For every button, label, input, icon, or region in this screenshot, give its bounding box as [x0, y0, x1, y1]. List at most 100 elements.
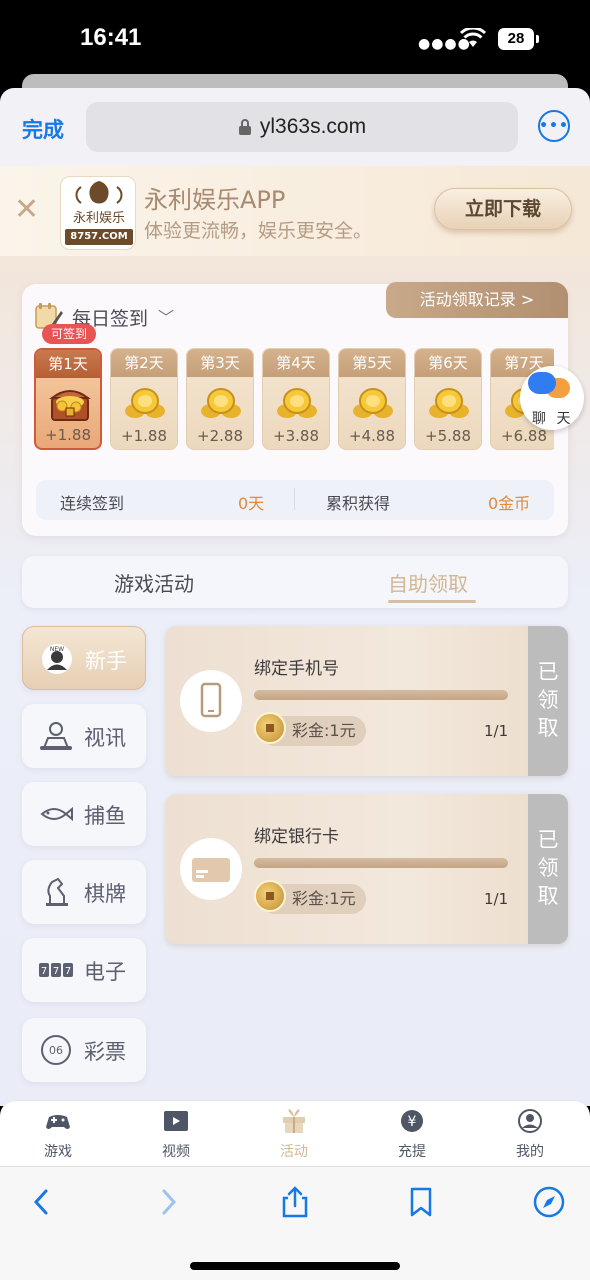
sidebar-item-newbie[interactable]: NEW 新手 — [22, 626, 146, 690]
task-progress-bar — [254, 690, 508, 700]
nav-label: 视频 — [162, 1144, 190, 1160]
gift-icon — [283, 1109, 305, 1133]
sidebar-item-chess[interactable]: 棋牌 — [22, 860, 146, 924]
day-value: +2.88 — [197, 427, 243, 445]
done-button[interactable]: 完成 — [22, 114, 64, 144]
svg-text:¥: ¥ — [408, 1114, 417, 1130]
signin-day-4[interactable]: 第4天 +3.88 — [262, 348, 330, 450]
nav-activities[interactable]: 活动 — [254, 1109, 334, 1161]
nav-deposit-withdraw[interactable]: ¥ 充提 — [372, 1109, 452, 1161]
download-button[interactable]: 立即下载 — [434, 188, 572, 230]
day-label: 第5天 — [339, 349, 405, 377]
chess-knight-icon — [46, 877, 68, 906]
day-value: +1.88 — [121, 427, 167, 445]
signin-day-1[interactable]: 第1天 +1.88 — [34, 348, 102, 450]
close-icon[interactable]: ✕ — [14, 192, 39, 227]
gold-coins-icon — [125, 388, 165, 418]
sidebar-label: 视讯 — [84, 726, 126, 750]
sidebar-label: 彩票 — [84, 1040, 126, 1064]
bookmarks-icon[interactable] — [404, 1185, 438, 1219]
nav-video[interactable]: 视频 — [136, 1109, 216, 1161]
tab-self-claim[interactable]: 自助领取 — [388, 568, 468, 597]
task-progress-text: 1/1 — [484, 890, 509, 908]
nav-profile[interactable]: 我的 — [490, 1109, 570, 1161]
activity-tabs: 游戏活动 自助领取 — [22, 556, 568, 608]
signin-day-5[interactable]: 第5天 +4.88 — [338, 348, 406, 450]
back-icon[interactable] — [26, 1185, 60, 1219]
svg-text:06: 06 — [49, 1044, 63, 1057]
url-bar[interactable]: yl363s.com — [86, 102, 518, 152]
day-value: +5.88 — [425, 427, 471, 445]
chat-bubble-icon — [528, 372, 556, 394]
consecutive-value: 0天 — [238, 494, 265, 513]
gamepad-icon — [46, 1115, 70, 1129]
claimed-button[interactable]: 已领取 — [528, 794, 568, 944]
day-value: +3.88 — [273, 427, 319, 445]
phone-icon — [200, 682, 222, 718]
svg-text:7: 7 — [65, 966, 71, 977]
sidebar-label: 棋牌 — [84, 882, 126, 906]
tab-game-activities[interactable]: 游戏活动 — [114, 568, 194, 597]
gold-coins-icon — [429, 388, 469, 418]
task-name: 绑定银行卡 — [254, 827, 339, 847]
consecutive-label: 连续签到 — [60, 494, 125, 513]
signin-day-6[interactable]: 第6天 +5.88 — [414, 348, 482, 450]
nav-label: 充提 — [398, 1144, 426, 1160]
lion-crest-icon — [75, 181, 123, 204]
day-label: 第3天 — [187, 349, 253, 377]
task-icon-circle — [180, 838, 242, 900]
signin-day-3[interactable]: 第3天 +2.88 — [186, 348, 254, 450]
compass-icon[interactable] — [532, 1185, 566, 1219]
sidebar-label: 新手 — [85, 649, 127, 673]
task-bind-bank-card: 绑定银行卡 彩金:1元 1/1 已领取 — [166, 794, 568, 944]
status-bar: 16:41 ●●●● 28 — [0, 0, 590, 78]
bottom-nav: 游戏 视频 活动 ¥ 充提 我的 — [0, 1100, 590, 1166]
gold-coins-icon — [353, 388, 393, 418]
nav-label: 游戏 — [44, 1144, 72, 1160]
forward-icon[interactable] — [150, 1185, 184, 1219]
svg-text:NEW: NEW — [50, 646, 64, 653]
claimed-button[interactable]: 已领取 — [528, 626, 568, 776]
nav-label: 活动 — [280, 1144, 308, 1160]
task-name: 绑定手机号 — [254, 659, 339, 679]
live-dealer-icon — [40, 722, 72, 750]
lock-icon — [238, 119, 251, 135]
sidebar-item-live[interactable]: 视讯 — [22, 704, 146, 768]
coin-icon — [254, 880, 286, 912]
video-icon — [164, 1111, 188, 1131]
gold-coins-icon — [201, 388, 241, 418]
nav-games[interactable]: 游戏 — [18, 1109, 98, 1161]
task-progress-text: 1/1 — [484, 722, 509, 740]
app-logo: 永利娱乐 8757.COM — [60, 176, 136, 250]
wifi-icon — [460, 28, 486, 47]
can-sign-badge: 可签到 — [42, 324, 96, 344]
signin-days: 第1天 +1.88 第2天 +1.88 第3天 +2.88 第4天 +3.88 … — [34, 348, 554, 452]
fish-icon — [40, 806, 73, 822]
share-icon[interactable] — [278, 1185, 312, 1219]
logo-text: 永利娱乐 — [72, 211, 125, 226]
status-time: 16:41 — [80, 24, 142, 51]
home-indicator — [190, 1262, 400, 1270]
yen-icon: ¥ — [401, 1110, 423, 1132]
nav-label: 我的 — [516, 1144, 544, 1160]
chat-button[interactable]: 聊 天 — [520, 366, 584, 430]
slot-777-icon: 7 7 7 — [39, 963, 73, 977]
total-label: 累积获得 — [326, 494, 391, 513]
profile-icon — [518, 1109, 542, 1133]
sidebar-item-slots[interactable]: 7 7 7 电子 — [22, 938, 146, 1002]
chevron-down-icon[interactable]: ﹀ — [158, 304, 174, 328]
battery-icon: 28 — [498, 28, 539, 50]
sidebar-item-lottery[interactable]: 06 彩票 — [22, 1018, 146, 1082]
lottery-ball-icon: 06 — [41, 1035, 71, 1065]
activity-records-link[interactable]: 活动领取记录 > — [386, 282, 568, 318]
chat-label: 聊 天 — [532, 411, 574, 427]
active-tab-indicator — [388, 600, 476, 603]
day-value: +1.88 — [45, 426, 91, 444]
signin-summary: 连续签到 0天 累积获得 0金币 — [36, 480, 554, 520]
task-progress-bar — [254, 858, 508, 868]
task-icon-circle — [180, 670, 242, 732]
sidebar-item-fishing[interactable]: 捕鱼 — [22, 782, 146, 846]
signin-day-2[interactable]: 第2天 +1.88 — [110, 348, 178, 450]
total-value: 0金币 — [488, 494, 531, 513]
more-options-button[interactable]: ••• — [538, 110, 570, 142]
